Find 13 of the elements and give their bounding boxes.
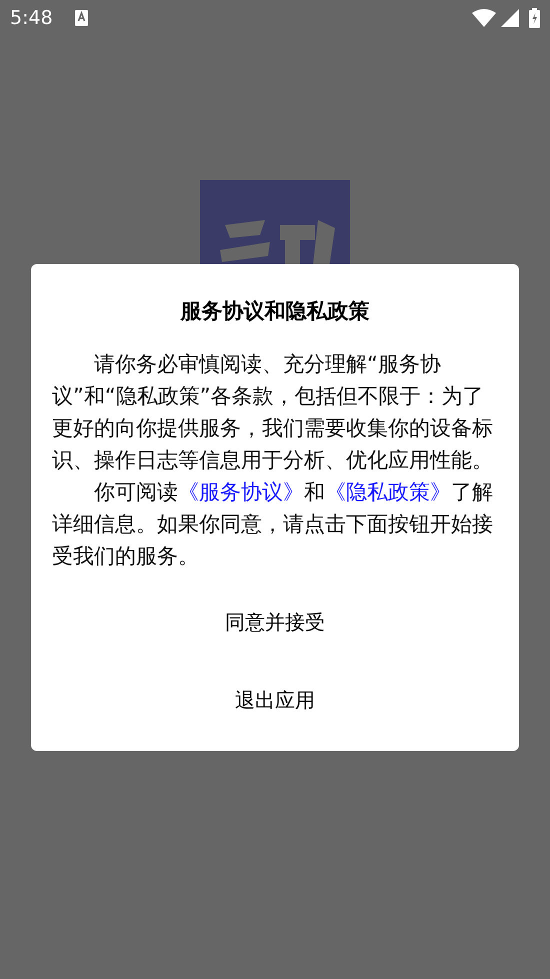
logo-icon: [200, 180, 350, 264]
keyboard-icon: [74, 10, 88, 26]
dialog-title: 服务协议和隐私政策: [180, 298, 370, 325]
body-paragraph: 你可阅读《服务协议》和《隐私政策》了解详细信息。如果你同意，请点击下面按钮开始接受我们的服务。: [52, 479, 494, 570]
dialog-button[interactable]: 退出应用: [225, 670, 325, 730]
body-paragraph: 请你务必审慎阅读、充分理解“服务协议”和“隐私政策”各条款，包括但不限于：为了更好的向你提供服务，我们需要收集你的设备标识、操作日志等信息用于分析、优化应用性能。: [52, 351, 494, 474]
wifi-icon: [472, 9, 496, 27]
status-time: 5:48: [10, 6, 53, 31]
battery-icon: [529, 8, 540, 28]
link[interactable]: 《隐私政策》: [325, 480, 451, 504]
link[interactable]: 《服务协议》: [178, 480, 304, 504]
dialog-button[interactable]: 同意并接受: [215, 592, 335, 652]
signal-icon: [501, 9, 519, 27]
